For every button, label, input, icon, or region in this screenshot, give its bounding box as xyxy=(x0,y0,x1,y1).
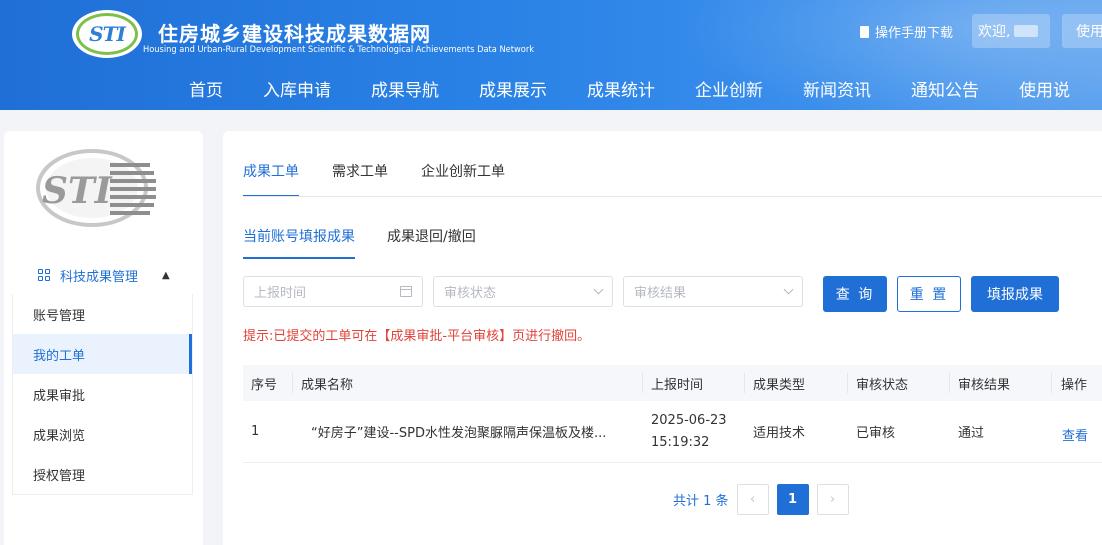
use-button[interactable]: 使用 xyxy=(1062,14,1102,48)
tabs-divider xyxy=(243,196,1102,197)
th-type: 成果类型 xyxy=(753,377,806,393)
review-result-placeholder: 审核结果 xyxy=(634,286,687,301)
cell-type: 适用技术 xyxy=(753,426,806,441)
sidebar-group-label: 科技成果管理 xyxy=(60,269,139,285)
review-result-select[interactable]: 审核结果 xyxy=(623,276,803,307)
report-time-picker[interactable]: 上报时间 xyxy=(243,276,423,307)
nav-item-enterprise[interactable]: 企业创新 xyxy=(695,76,763,101)
th-status: 审核状态 xyxy=(856,377,909,393)
th-result: 审核结果 xyxy=(958,377,1011,393)
column-separator xyxy=(292,373,293,393)
nav-item-showcase[interactable]: 成果展示 xyxy=(479,76,547,101)
site-logo[interactable]: STI xyxy=(72,10,142,58)
th-action: 操作 xyxy=(1061,377,1088,393)
th-name: 成果名称 xyxy=(301,377,354,393)
chevron-down-icon xyxy=(783,284,794,295)
view-link[interactable]: 查看 xyxy=(1062,425,1088,444)
manual-download-label: 操作手册下载 xyxy=(875,26,954,41)
sub-tabs: 当前账号填报成果 成果退回/撤回 xyxy=(243,226,476,259)
column-separator xyxy=(949,373,950,393)
table-row: 1 “好房子”建设--SPD水性发泡聚脲隔声保温板及楼... 2025-06-2… xyxy=(243,401,1102,463)
main-nav: 首页 入库申请 成果导航 成果展示 成果统计 企业创新 新闻资讯 通知公告 使用… xyxy=(189,76,1102,101)
column-separator xyxy=(744,373,745,393)
chevron-down-icon xyxy=(593,284,604,295)
submit-achievement-button[interactable]: 填报成果 xyxy=(971,276,1059,312)
page-button-current[interactable]: 1 xyxy=(776,484,809,515)
cell-name: “好房子”建设--SPD水性发泡聚脲隔声保温板及楼... xyxy=(311,426,607,441)
ticket-tabs: 成果工单 需求工单 企业创新工单 xyxy=(243,161,505,197)
pagination-total: 共计 1 条 xyxy=(673,494,729,509)
nav-item-notices[interactable]: 通知公告 xyxy=(911,76,979,101)
site-subtitle: Housing and Urban-Rural Development Scie… xyxy=(143,45,535,55)
logo-text: STI xyxy=(89,22,126,46)
subtab-returned-withdrawn[interactable]: 成果退回/撤回 xyxy=(387,226,476,259)
table-header: 序号 成果名称 上报时间 成果类型 审核状态 审核结果 操作 xyxy=(243,365,1102,401)
query-button[interactable]: 查 询 xyxy=(823,276,887,312)
nav-item-navigation[interactable]: 成果导航 xyxy=(371,76,439,101)
th-report-time: 上报时间 xyxy=(651,377,704,393)
report-time-placeholder: 上报时间 xyxy=(254,286,307,301)
hint-text: 提示:已提交的工单可在【成果审批-平台审核】页进行撤回。 xyxy=(243,329,591,344)
review-status-placeholder: 审核状态 xyxy=(444,286,497,301)
column-separator xyxy=(847,373,848,393)
tab-achievement-tickets[interactable]: 成果工单 xyxy=(243,161,299,197)
grid-icon xyxy=(38,269,50,281)
nav-item-home[interactable]: 首页 xyxy=(189,76,223,101)
next-page-button[interactable]: › xyxy=(816,484,849,515)
manual-download-link[interactable]: 操作手册下载 xyxy=(860,22,953,41)
nav-item-news[interactable]: 新闻资讯 xyxy=(803,76,871,101)
cell-status: 已审核 xyxy=(856,426,896,441)
welcome-user-button[interactable]: 欢迎, xyxy=(972,14,1050,48)
document-icon xyxy=(860,25,869,38)
cell-report-date: 2025-06-23 xyxy=(651,412,727,428)
cell-report-time: 2025-06-23 15:19:32 xyxy=(651,401,727,462)
tab-enterprise-tickets[interactable]: 企业创新工单 xyxy=(421,161,505,197)
site-title: 住房城乡建设科技成果数据网 xyxy=(158,22,431,46)
main-panel: 成果工单 需求工单 企业创新工单 当前账号填报成果 成果退回/撤回 上报时间 审… xyxy=(223,131,1102,545)
prev-page-button[interactable]: ‹ xyxy=(736,484,769,515)
nav-item-usage[interactable]: 使用说 xyxy=(1019,76,1070,101)
subtab-current-account[interactable]: 当前账号填报成果 xyxy=(243,226,355,259)
welcome-label: 欢迎, xyxy=(978,24,1011,40)
sidebar: STI 科技成果管理 ▲ 账号管理 我的工单 成果审批 成果浏览 授权管理 xyxy=(4,131,203,545)
th-index: 序号 xyxy=(251,377,278,393)
sidebar-item-browse[interactable]: 成果浏览 xyxy=(13,414,192,454)
cell-index: 1 xyxy=(251,424,260,439)
reset-button[interactable]: 重 置 xyxy=(897,276,961,312)
column-separator xyxy=(642,373,643,393)
svg-text:STI: STI xyxy=(42,170,113,212)
site-header: STI 住房城乡建设科技成果数据网 Housing and Urban-Rura… xyxy=(0,0,1102,110)
nav-item-apply[interactable]: 入库申请 xyxy=(263,76,331,101)
sidebar-item-account[interactable]: 账号管理 xyxy=(13,294,192,334)
cell-result: 通过 xyxy=(958,426,985,441)
sidebar-group-tech-achievements[interactable]: 科技成果管理 ▲ xyxy=(4,256,203,294)
calendar-icon xyxy=(400,286,412,297)
cell-action: 查看 xyxy=(1062,401,1088,462)
review-status-select[interactable]: 审核状态 xyxy=(433,276,613,307)
sidebar-item-approval[interactable]: 成果审批 xyxy=(13,374,192,414)
cell-report-clock: 15:19:32 xyxy=(651,434,710,450)
pagination: 共计 1 条 ‹ 1 › xyxy=(673,484,849,515)
chevron-up-icon: ▲ xyxy=(162,269,170,281)
column-separator xyxy=(1051,373,1052,393)
sidebar-item-my-tickets[interactable]: 我的工单 xyxy=(13,334,192,374)
sidebar-menu: 账号管理 我的工单 成果审批 成果浏览 授权管理 xyxy=(12,294,193,495)
tab-demand-tickets[interactable]: 需求工单 xyxy=(332,161,388,197)
nav-item-statistics[interactable]: 成果统计 xyxy=(587,76,655,101)
sidebar-item-authorization[interactable]: 授权管理 xyxy=(13,454,192,494)
sti-logo-icon: STI xyxy=(36,149,156,227)
username-redacted xyxy=(1014,25,1039,37)
